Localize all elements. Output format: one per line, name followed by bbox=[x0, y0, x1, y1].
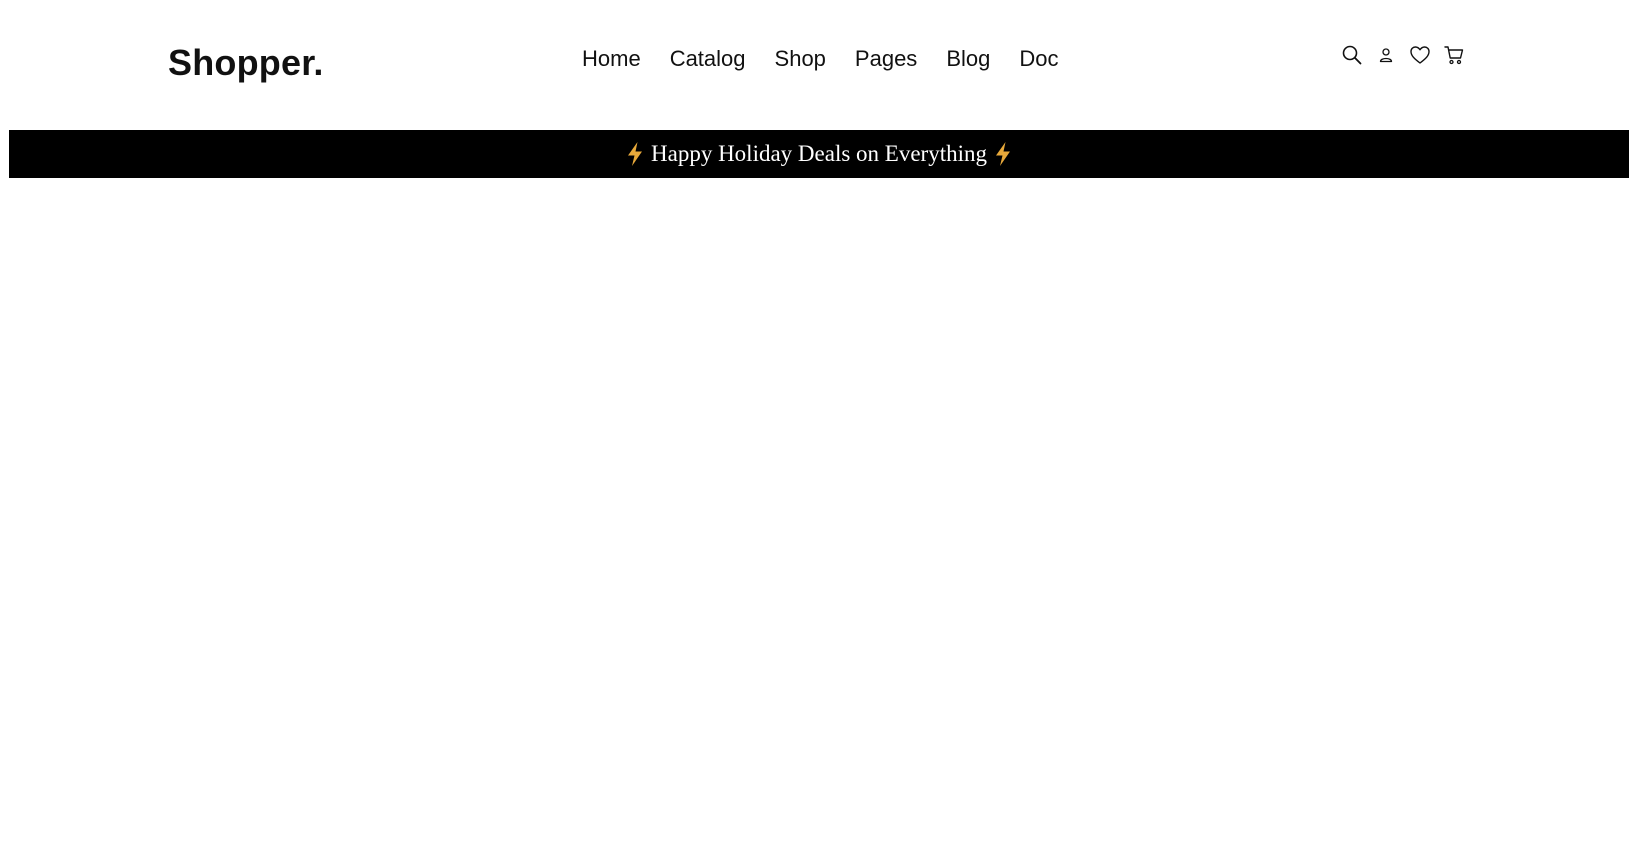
nav-link-home[interactable]: Home bbox=[582, 42, 641, 76]
promo-content: Happy Holiday Deals on Everything bbox=[619, 130, 1019, 178]
nav-link-pages[interactable]: Pages bbox=[855, 42, 917, 76]
lightning-bolt-icon bbox=[995, 142, 1010, 166]
header-tools bbox=[1340, 43, 1466, 67]
search-button[interactable] bbox=[1340, 43, 1364, 67]
account-button[interactable] bbox=[1374, 43, 1398, 67]
user-icon bbox=[1379, 48, 1393, 63]
site-logo[interactable]: Shopper. bbox=[168, 41, 324, 85]
search-icon bbox=[1342, 45, 1362, 65]
main-navigation: Home Catalog Shop Pages Blog Doc bbox=[582, 42, 1058, 76]
promo-banner: Happy Holiday Deals on Everything bbox=[9, 130, 1629, 178]
nav-link-blog[interactable]: Blog bbox=[946, 42, 990, 76]
wishlist-button[interactable] bbox=[1408, 43, 1432, 67]
cart-icon bbox=[1444, 46, 1464, 65]
nav-link-shop[interactable]: Shop bbox=[775, 42, 826, 76]
cart-button[interactable] bbox=[1442, 43, 1466, 67]
nav-link-catalog[interactable]: Catalog bbox=[670, 42, 746, 76]
site-header: Shopper. Home Catalog Shop Pages Blog Do… bbox=[0, 0, 1638, 130]
nav-link-doc[interactable]: Doc bbox=[1019, 42, 1058, 76]
lightning-bolt-icon bbox=[628, 142, 642, 166]
promo-text: Happy Holiday Deals on Everything bbox=[651, 141, 987, 166]
heart-icon bbox=[1410, 46, 1430, 64]
